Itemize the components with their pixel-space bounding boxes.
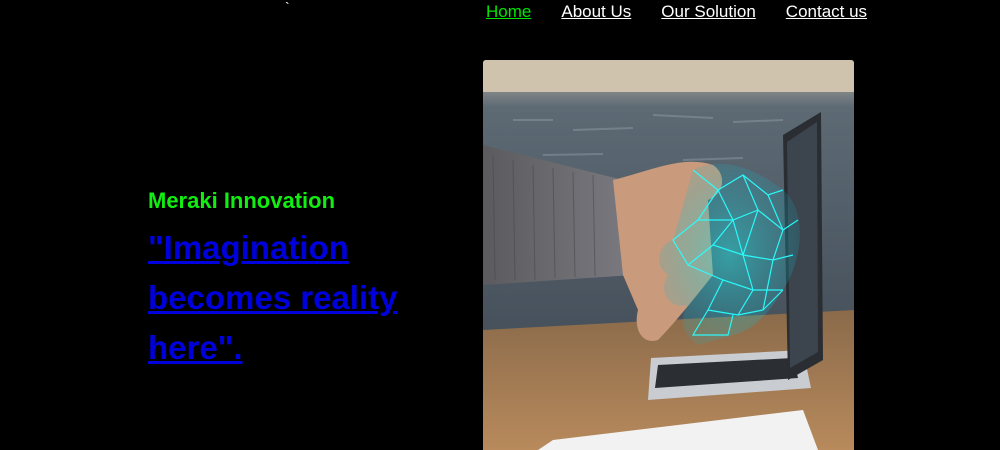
hero-text: Meraki Innovation "Imagination becomes r… bbox=[148, 187, 448, 373]
hero-headline-link[interactable]: "Imagination becomes reality here". bbox=[148, 223, 433, 373]
hero-subtitle: Meraki Innovation bbox=[148, 188, 336, 213]
main-nav: Home About Us Our Solution Contact us bbox=[486, 2, 897, 22]
handshake-laptop-icon bbox=[483, 60, 854, 450]
nav-link-home[interactable]: Home bbox=[486, 2, 531, 22]
nav-link-about-us[interactable]: About Us bbox=[561, 2, 631, 22]
logo-mark: ` bbox=[285, 0, 290, 15]
nav-link-our-solution[interactable]: Our Solution bbox=[661, 2, 756, 22]
nav-link-contact-us[interactable]: Contact us bbox=[786, 2, 867, 22]
page: ` Home About Us Our Solution Contact us … bbox=[0, 0, 1000, 450]
hero-image bbox=[483, 60, 854, 450]
